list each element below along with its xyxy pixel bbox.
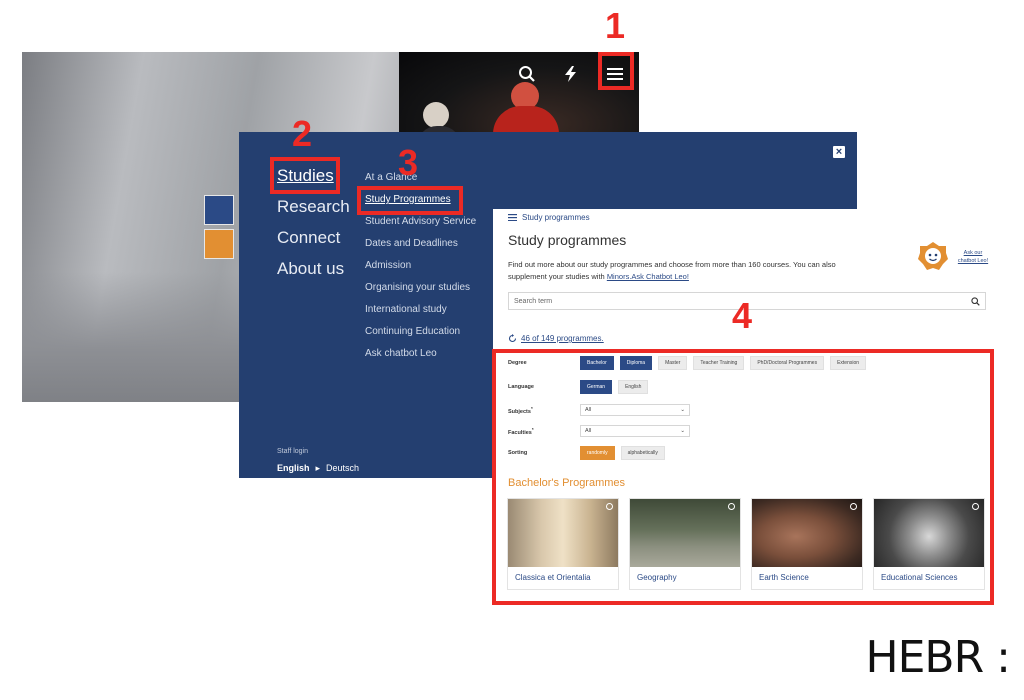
annotation-number-2: 2 <box>292 113 313 154</box>
sub-item-admission[interactable]: Admission <box>365 259 476 281</box>
sub-item-international-study[interactable]: International study <box>365 303 476 325</box>
sub-item-organising-studies[interactable]: Organising your studies <box>365 281 476 303</box>
page-title: Study programmes <box>508 232 627 248</box>
annotation-box-1 <box>598 52 634 90</box>
slide-thumb-blue[interactable] <box>204 195 234 225</box>
language-switcher: English ▸ Deutsch <box>277 463 359 474</box>
sub-item-chatbot-leo[interactable]: Ask chatbot Leo <box>365 347 476 369</box>
nav-item-research[interactable]: Research <box>277 196 350 218</box>
caret-right-icon: ▸ <box>315 463 321 473</box>
search-icon[interactable] <box>513 60 541 88</box>
chatbot-leo-link[interactable]: Ask our chatbot Leo! <box>955 249 991 265</box>
caver-helmet <box>423 102 449 128</box>
sub-item-student-advisory[interactable]: Student Advisory Service <box>365 215 476 237</box>
lightning-icon[interactable] <box>557 60 585 88</box>
sub-item-dates-deadlines[interactable]: Dates and Deadlines <box>365 237 476 259</box>
brand-logo-text: HEBR : <box>865 632 1011 683</box>
results-count-text: 46 of 149 programmes. <box>521 334 604 343</box>
annotation-box-3 <box>357 186 463 215</box>
search-placeholder: Search term <box>514 297 553 305</box>
minors-link[interactable]: Minors.Ask Chatbot Leo! <box>607 272 689 281</box>
nav-item-connect[interactable]: Connect <box>277 227 350 249</box>
staff-login-link[interactable]: Staff login <box>277 448 308 455</box>
breadcrumb: Study programmes <box>508 213 590 222</box>
sub-item-continuing-education[interactable]: Continuing Education <box>365 325 476 347</box>
annotation-box-2 <box>270 157 340 194</box>
breadcrumb-link[interactable]: Study programmes <box>522 213 590 222</box>
results-count[interactable]: 46 of 149 programmes. <box>508 334 604 343</box>
refresh-icon <box>508 334 517 343</box>
annotation-box-4 <box>492 349 994 605</box>
close-icon[interactable]: × <box>833 146 845 158</box>
nav-item-about-us[interactable]: About us <box>277 258 350 280</box>
slide-thumb-orange[interactable] <box>204 229 234 259</box>
lang-deutsch[interactable]: Deutsch <box>326 463 359 474</box>
lang-english[interactable]: English <box>277 463 310 474</box>
intro-text: Find out more about our study programmes… <box>508 259 863 283</box>
hamburger-small-icon[interactable] <box>508 214 517 221</box>
chatbot-leo-icon[interactable] <box>917 241 949 271</box>
search-icon[interactable] <box>971 296 980 306</box>
annotation-number-1: 1 <box>605 5 626 46</box>
annotation-number-3: 3 <box>398 142 419 183</box>
annotation-number-4: 4 <box>732 295 753 336</box>
